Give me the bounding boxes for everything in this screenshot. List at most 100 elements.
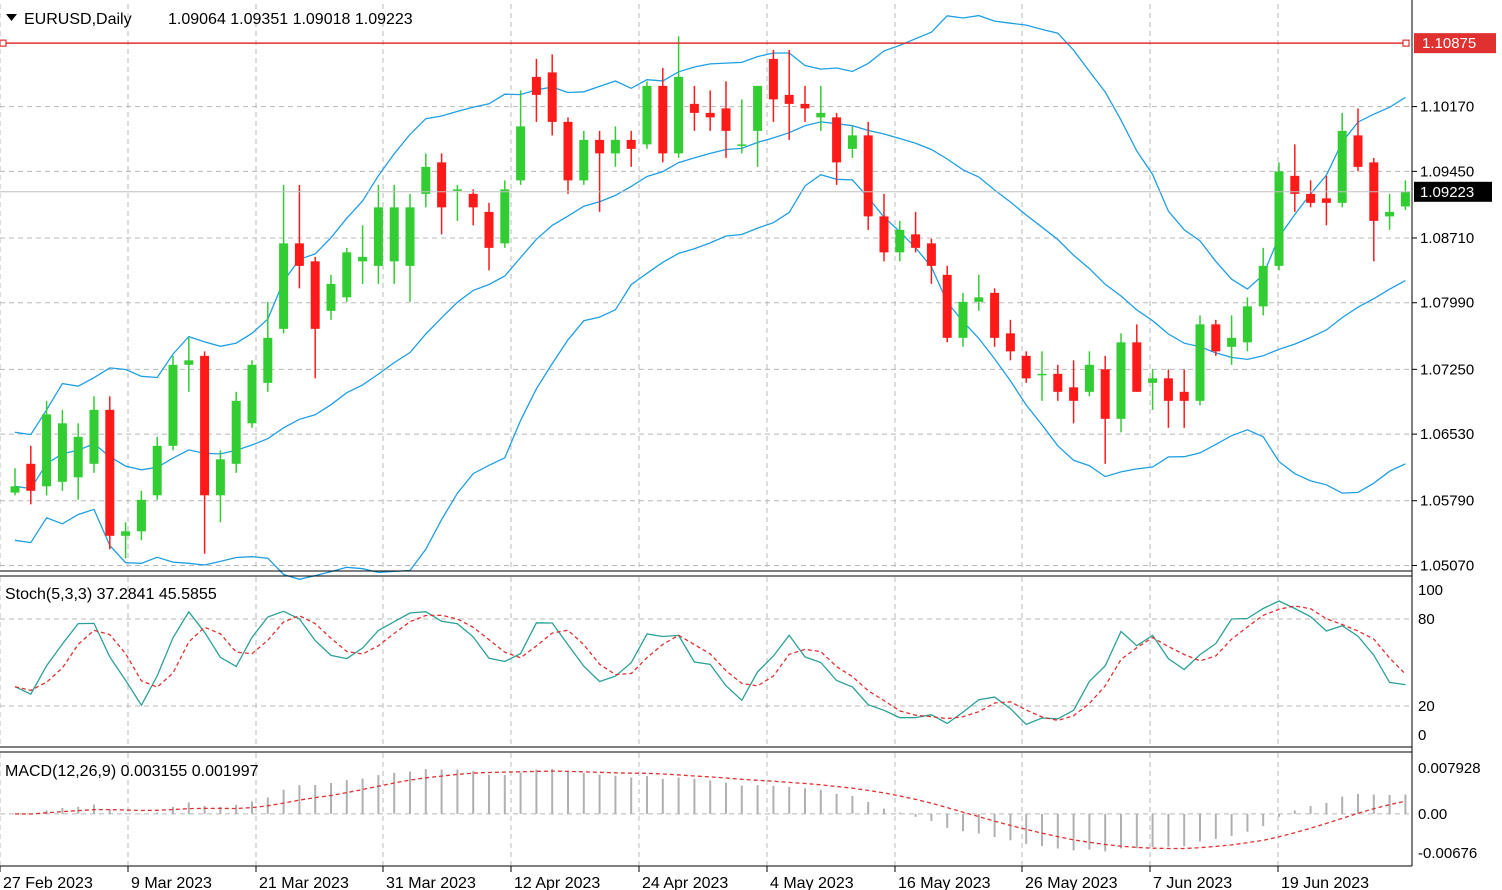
- candle[interactable]: [863, 121, 873, 230]
- candle[interactable]: [816, 85, 826, 131]
- candle[interactable]: [1321, 175, 1331, 226]
- candle[interactable]: [579, 130, 589, 185]
- candle[interactable]: [737, 99, 747, 154]
- candle[interactable]: [215, 450, 225, 523]
- candle[interactable]: [1369, 157, 1379, 262]
- candle[interactable]: [1084, 351, 1094, 397]
- candle[interactable]: [57, 409, 67, 491]
- candle[interactable]: [73, 423, 83, 500]
- candle[interactable]: [1258, 247, 1268, 316]
- candle[interactable]: [531, 58, 541, 122]
- candle[interactable]: [1053, 364, 1063, 401]
- candle[interactable]: [689, 85, 699, 131]
- candle[interactable]: [658, 67, 668, 163]
- candle[interactable]: [1195, 315, 1205, 406]
- candle[interactable]: [990, 288, 1000, 347]
- candle[interactable]: [958, 292, 968, 347]
- candle[interactable]: [1037, 351, 1047, 401]
- candle-body: [1021, 355, 1031, 379]
- candle[interactable]: [389, 184, 399, 284]
- candle[interactable]: [200, 351, 210, 554]
- candle[interactable]: [26, 445, 36, 505]
- candle[interactable]: [105, 396, 115, 550]
- triangle-down-icon[interactable]: [6, 14, 17, 21]
- candle[interactable]: [674, 36, 684, 158]
- candle[interactable]: [484, 202, 494, 271]
- candle[interactable]: [136, 490, 146, 541]
- candle[interactable]: [942, 265, 952, 343]
- candle-body: [958, 301, 968, 338]
- candles[interactable]: [10, 36, 1410, 559]
- symbol-label[interactable]: EURUSD,Daily: [24, 11, 132, 28]
- candle[interactable]: [1163, 369, 1173, 428]
- candle[interactable]: [358, 225, 368, 284]
- line-handle-left[interactable]: [0, 39, 7, 47]
- candle[interactable]: [626, 130, 636, 167]
- candle[interactable]: [405, 193, 415, 302]
- time-axis: 27 Feb 2023 9 Mar 2023 21 Mar 2023 31 Mar 2…: [0, 866, 1369, 890]
- candle[interactable]: [721, 81, 731, 158]
- line-handle-right[interactable]: [1402, 39, 1410, 47]
- candle[interactable]: [1132, 324, 1142, 392]
- candle[interactable]: [1069, 360, 1079, 424]
- candle[interactable]: [121, 522, 131, 559]
- candle[interactable]: [1306, 180, 1316, 208]
- candle[interactable]: [168, 355, 178, 451]
- candle[interactable]: [1353, 108, 1363, 172]
- candle[interactable]: [547, 54, 557, 136]
- candle[interactable]: [1211, 319, 1221, 356]
- candle[interactable]: [911, 211, 921, 253]
- candle[interactable]: [421, 153, 431, 208]
- candle[interactable]: [1337, 112, 1347, 208]
- candle[interactable]: [310, 256, 320, 379]
- candle[interactable]: [563, 117, 573, 194]
- candle[interactable]: [1116, 333, 1126, 433]
- candle[interactable]: [373, 184, 383, 284]
- candle[interactable]: [89, 396, 99, 473]
- candle[interactable]: [342, 247, 352, 302]
- candle[interactable]: [784, 49, 794, 140]
- candle[interactable]: [1005, 319, 1015, 361]
- candle[interactable]: [1148, 369, 1158, 410]
- candle[interactable]: [500, 180, 510, 248]
- chart-canvas[interactable]: 1.10875 1.09223 1.10170 1.09450 1.08710 1.0…: [0, 0, 1502, 890]
- candle[interactable]: [753, 85, 763, 167]
- candle[interactable]: [279, 184, 289, 334]
- candle[interactable]: [926, 238, 936, 284]
- candle[interactable]: [879, 193, 889, 262]
- candle[interactable]: [516, 90, 526, 185]
- candle[interactable]: [294, 184, 304, 289]
- candle[interactable]: [10, 468, 20, 496]
- candle[interactable]: [847, 126, 857, 158]
- candle[interactable]: [152, 436, 162, 500]
- candle[interactable]: [1100, 355, 1110, 464]
- candle[interactable]: [1021, 351, 1031, 383]
- candle[interactable]: [231, 391, 241, 473]
- candle-body: [342, 252, 352, 298]
- candle[interactable]: [1274, 162, 1284, 271]
- candle[interactable]: [800, 85, 810, 122]
- candle[interactable]: [642, 81, 652, 149]
- candle[interactable]: [1385, 193, 1395, 230]
- candle[interactable]: [326, 274, 336, 320]
- candle[interactable]: [768, 49, 778, 122]
- candle[interactable]: [705, 90, 715, 131]
- candle[interactable]: [452, 184, 462, 221]
- candle[interactable]: [1242, 297, 1252, 352]
- candle[interactable]: [247, 360, 257, 428]
- candle[interactable]: [895, 220, 905, 262]
- candle[interactable]: [832, 112, 842, 185]
- candle[interactable]: [437, 153, 447, 235]
- candle[interactable]: [1179, 369, 1189, 428]
- candle-body: [1258, 265, 1268, 307]
- candle[interactable]: [468, 189, 478, 226]
- candle[interactable]: [1290, 144, 1300, 212]
- candle[interactable]: [974, 274, 984, 311]
- candle[interactable]: [610, 126, 620, 167]
- candle[interactable]: [263, 301, 273, 392]
- candle-body: [1227, 337, 1237, 347]
- candle[interactable]: [184, 337, 194, 392]
- candle[interactable]: [42, 400, 52, 496]
- candle[interactable]: [1400, 180, 1410, 211]
- macd-tick-label: 0.00: [1418, 806, 1447, 823]
